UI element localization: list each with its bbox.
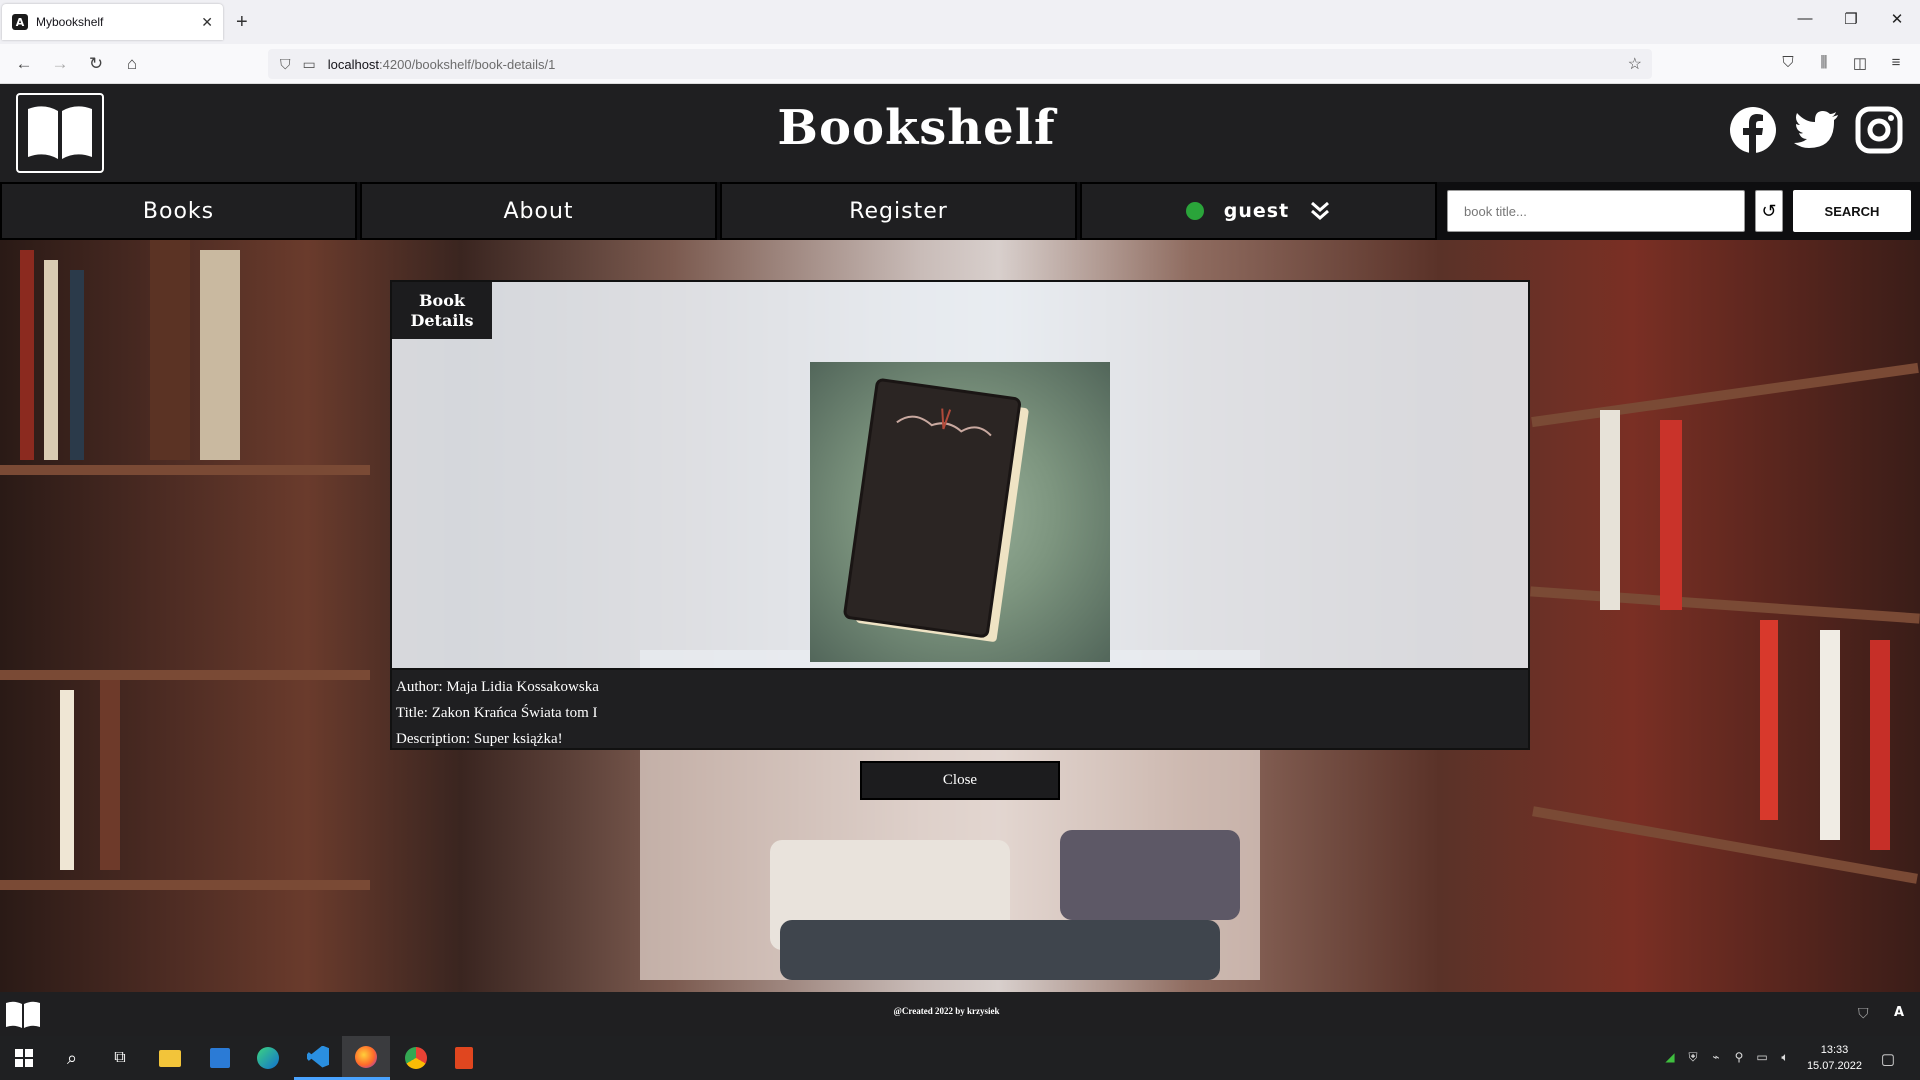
background-book bbox=[100, 680, 120, 870]
pocket-icon[interactable]: ⛉ bbox=[1778, 54, 1798, 71]
shelf bbox=[0, 465, 370, 475]
address-bar[interactable]: ⛉ ▭ localhost :4200/bookshelf/book-detai… bbox=[268, 49, 1652, 79]
site-footer: @Created 2022 by krzysiek ⛉ A bbox=[0, 992, 1920, 1036]
online-status-dot bbox=[1185, 202, 1204, 220]
modal-title: Book Details bbox=[392, 282, 492, 339]
close-tab-icon[interactable]: ✕ bbox=[201, 14, 213, 31]
background-book bbox=[1870, 640, 1890, 850]
bookmark-star-icon[interactable]: ☆ bbox=[1628, 54, 1642, 74]
book-description: Description: Super książka! bbox=[396, 731, 563, 747]
clock-date: 15.07.2022 bbox=[1806, 1060, 1862, 1072]
window-close-icon[interactable]: ✕ bbox=[1885, 10, 1909, 28]
notification-center-icon[interactable]: ▢ bbox=[1880, 1050, 1896, 1068]
tracking-shield-icon[interactable]: ⛉ bbox=[280, 56, 291, 73]
menu-item-books[interactable]: Books bbox=[0, 182, 357, 240]
background-book bbox=[150, 240, 190, 460]
background-book bbox=[1600, 410, 1620, 610]
book-title: Title: Zakon Krańca Świata tom I bbox=[396, 705, 598, 721]
site-title: Bookshelf bbox=[777, 100, 1056, 156]
back-icon[interactable]: ← bbox=[12, 52, 36, 76]
hamburger-menu-icon[interactable]: ≡ bbox=[1886, 54, 1906, 71]
firefox-icon[interactable] bbox=[342, 1036, 390, 1080]
library-icon[interactable]: ⫼ bbox=[1814, 54, 1834, 71]
shelf bbox=[1532, 806, 1918, 884]
book-illustration bbox=[843, 378, 1029, 642]
vue-devtools-icon[interactable]: ⛉ bbox=[1858, 1005, 1869, 1022]
background-book bbox=[60, 690, 74, 870]
chrome-icon[interactable] bbox=[392, 1036, 440, 1080]
close-button[interactable]: Close bbox=[860, 761, 1060, 800]
system-clock[interactable]: 13:33 15.07.2022 bbox=[1807, 1042, 1862, 1074]
url-host: localhost bbox=[327, 56, 380, 72]
facebook-icon[interactable] bbox=[1729, 106, 1777, 154]
reload-icon[interactable]: ↻ bbox=[84, 52, 108, 76]
book-author: Author: Maja Lidia Kossakowska bbox=[396, 679, 599, 695]
search-icon[interactable]: ⌕ bbox=[48, 1036, 96, 1080]
background-book bbox=[200, 250, 240, 460]
edge-icon[interactable] bbox=[244, 1036, 292, 1080]
background-book bbox=[1820, 630, 1840, 840]
task-view-icon[interactable]: ⧉ bbox=[96, 1036, 144, 1080]
search-button[interactable]: SEARCH bbox=[1793, 190, 1911, 232]
background-book bbox=[1660, 420, 1682, 610]
page-info-icon[interactable]: ▭ bbox=[303, 56, 316, 73]
browser-nav-bar: ← → ↻ ⌂ ⛉ ▭ localhost :4200/bookshelf/bo… bbox=[0, 44, 1920, 84]
shield-tray-icon[interactable]: ⛨ bbox=[1685, 1050, 1701, 1065]
angular-devtools-icon[interactable]: A bbox=[1894, 1005, 1904, 1020]
windows-start-icon[interactable] bbox=[0, 1036, 48, 1080]
book-details-modal: Book Details bbox=[390, 280, 1530, 670]
windows-taskbar: ⌕ ⧉ ◢ ⛨ ⌁ ⚲ ▭ 🔈︎ 13:33 15.07.2022 ▢ bbox=[0, 1036, 1920, 1080]
book-info-panel: Author: Maja Lidia Kossakowska Title: Za… bbox=[390, 670, 1530, 750]
forward-icon[interactable]: → bbox=[48, 52, 72, 76]
url-path: :4200/bookshelf/book-details/1 bbox=[379, 56, 556, 72]
book-search-input[interactable] bbox=[1447, 190, 1745, 232]
angular-favicon-icon: A bbox=[12, 14, 28, 30]
sidebar-icon[interactable]: ◫ bbox=[1850, 54, 1870, 72]
instagram-icon[interactable] bbox=[1855, 106, 1903, 154]
store-icon[interactable] bbox=[196, 1036, 244, 1080]
background-book bbox=[44, 260, 58, 460]
site-header: Bookshelf bbox=[0, 84, 1920, 182]
shelf bbox=[0, 670, 370, 680]
background-cushion bbox=[1060, 830, 1240, 920]
home-icon[interactable]: ⌂ bbox=[120, 52, 144, 76]
shelf bbox=[1531, 362, 1919, 428]
restore-icon[interactable]: ❐ bbox=[1839, 10, 1863, 28]
browser-tab[interactable]: A Mybookshelf ✕ bbox=[2, 4, 223, 40]
shelf bbox=[1530, 586, 1920, 624]
footer-credit: @Created 2022 by krzysiek bbox=[893, 1006, 1000, 1016]
shelf bbox=[0, 880, 370, 890]
usb-tray-icon[interactable]: ⌁ bbox=[1708, 1050, 1724, 1064]
book-cover-image bbox=[810, 362, 1110, 662]
background-book bbox=[70, 270, 84, 460]
network-icon[interactable]: ▭ bbox=[1754, 1050, 1770, 1064]
minimize-icon[interactable]: — bbox=[1793, 10, 1817, 27]
reset-search-icon[interactable]: ↺ bbox=[1755, 190, 1783, 232]
new-tab-icon[interactable]: + bbox=[236, 10, 248, 34]
menu-item-about[interactable]: About bbox=[360, 182, 717, 240]
background-book bbox=[1760, 620, 1778, 820]
main-menu: Books About Register guest ↺ SEARCH bbox=[0, 182, 1920, 240]
modal-title-line1: Book bbox=[419, 290, 465, 310]
twitter-icon[interactable] bbox=[1792, 106, 1840, 154]
nvidia-tray-icon[interactable]: ◢ bbox=[1662, 1050, 1678, 1064]
file-explorer-icon[interactable] bbox=[146, 1036, 194, 1080]
background-cushion bbox=[780, 920, 1220, 980]
clock-time: 13:33 bbox=[1820, 1044, 1849, 1056]
background-book bbox=[20, 250, 34, 460]
office-icon[interactable] bbox=[440, 1036, 488, 1080]
double-chevron-down-icon bbox=[1311, 201, 1330, 220]
user-name: guest bbox=[1223, 200, 1290, 222]
tab-title: Mybookshelf bbox=[36, 15, 104, 29]
volume-icon[interactable]: 🔈︎ bbox=[1777, 1050, 1793, 1065]
menu-item-register[interactable]: Register bbox=[720, 182, 1077, 240]
modal-title-line2: Details bbox=[410, 310, 474, 330]
browser-tab-bar: A Mybookshelf ✕ + — ❐ ✕ bbox=[0, 0, 1920, 44]
vscode-icon[interactable] bbox=[294, 1036, 342, 1080]
user-menu[interactable]: guest bbox=[1080, 182, 1437, 240]
network-off-icon[interactable]: ⚲ bbox=[1731, 1050, 1747, 1064]
